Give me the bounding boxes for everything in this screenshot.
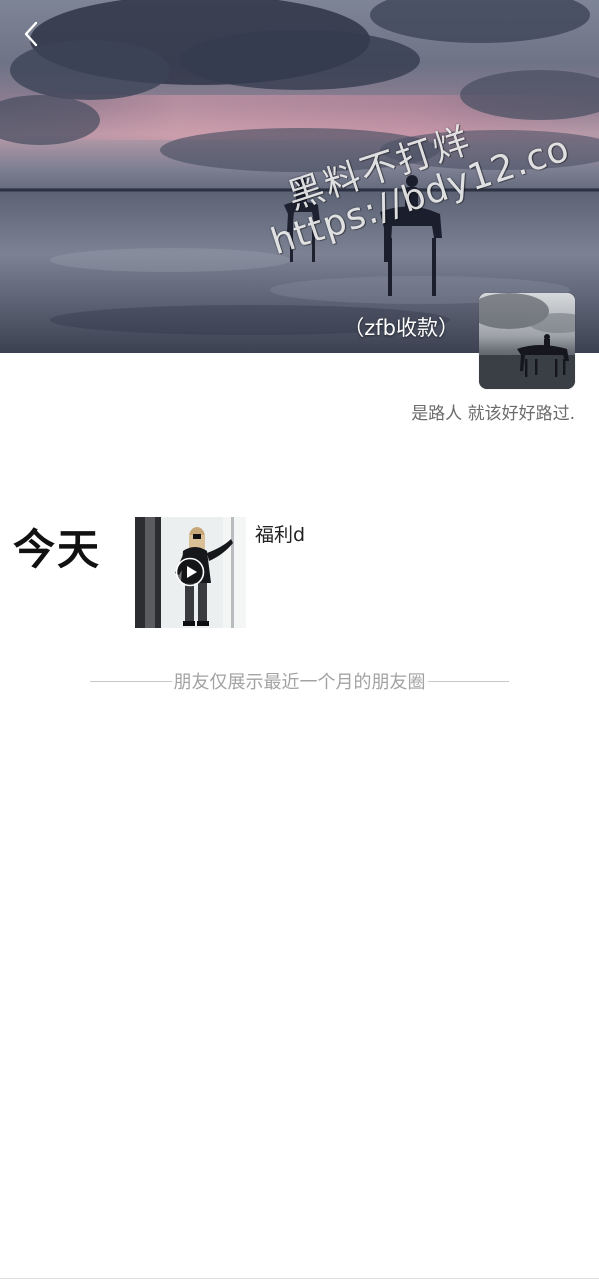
play-icon-shape xyxy=(175,557,205,587)
profile-nickname: （zfb收款） xyxy=(343,316,459,340)
avatar[interactable] xyxy=(479,293,575,389)
bottom-divider xyxy=(0,1278,599,1279)
play-icon[interactable] xyxy=(175,557,205,587)
post-text[interactable]: 福利d xyxy=(255,520,305,547)
divider-right xyxy=(427,680,509,682)
back-button[interactable] xyxy=(16,18,48,50)
avatar-image xyxy=(479,293,575,389)
chevron-left-icon xyxy=(24,21,38,47)
visibility-limit-text: 朋友仅展示最近一个月的朋友圈 xyxy=(173,672,426,693)
post-video-thumbnail[interactable] xyxy=(135,517,246,628)
post-date-label: 今天 xyxy=(13,525,102,574)
visibility-limit-notice: 朋友仅展示最近一个月的朋友圈 xyxy=(90,668,509,694)
divider-left xyxy=(90,680,172,682)
profile-signature: 是路人 就该好好路过. xyxy=(411,404,575,424)
